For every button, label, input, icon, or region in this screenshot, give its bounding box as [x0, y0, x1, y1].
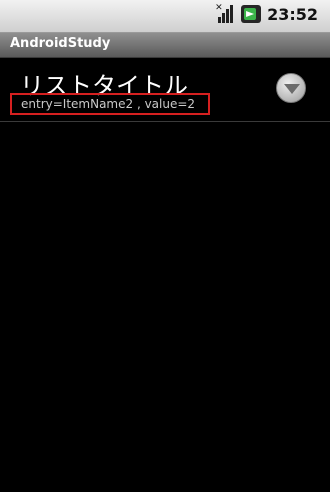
app-title-bar: AndroidStudy [0, 33, 330, 58]
clock: 23:52 [267, 4, 318, 24]
dropdown-button[interactable] [276, 73, 306, 103]
signal-icon: ✕ [215, 4, 235, 24]
status-bar: ✕ 23:52 [0, 0, 330, 33]
app-title: AndroidStudy [10, 36, 111, 51]
battery-icon [241, 5, 262, 23]
list-item-subtitle: entry=ItemName2 , value=2 [10, 93, 210, 115]
chevron-down-icon [284, 84, 300, 94]
status-icons: ✕ 23:52 [215, 4, 318, 24]
